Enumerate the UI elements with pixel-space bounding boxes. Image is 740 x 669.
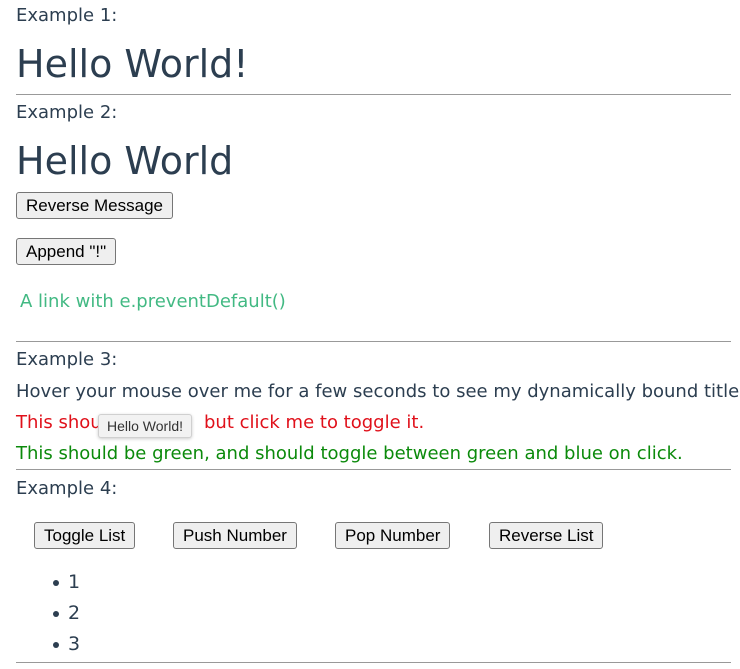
list-item: 2 xyxy=(16,598,316,629)
divider-3 xyxy=(16,469,731,470)
prevent-default-link[interactable]: A link with e.preventDefault() xyxy=(20,291,286,312)
divider-4 xyxy=(16,662,731,663)
divider-1 xyxy=(16,94,731,95)
red-toggle-text-start: This shou xyxy=(16,412,102,433)
example-1-message: Hello World! xyxy=(16,42,249,86)
append-exclamation-button[interactable]: Append "!" xyxy=(16,238,117,265)
example-3-label: Example 3: xyxy=(16,349,118,370)
reverse-list-button[interactable]: Reverse List xyxy=(489,522,604,549)
example-2-message: Hello World xyxy=(16,139,234,183)
number-list: 1 2 3 xyxy=(16,567,316,660)
reverse-message-button[interactable]: Reverse Message xyxy=(16,192,174,219)
list-item: 1 xyxy=(16,567,316,598)
green-toggle-text[interactable]: This should be green, and should toggle … xyxy=(16,443,683,465)
tooltip: Hello World! xyxy=(98,414,192,438)
bullet-icon xyxy=(53,611,59,617)
toggle-list-button[interactable]: Toggle List xyxy=(34,522,136,549)
list-item: 3 xyxy=(16,629,316,660)
example-2-label: Example 2: xyxy=(16,102,118,123)
example-4-label: Example 4: xyxy=(16,478,118,499)
hover-title-text[interactable]: Hover your mouse over me for a few secon… xyxy=(16,381,740,403)
list-item-text: 2 xyxy=(68,602,81,624)
red-toggle-text-end: but click me to toggle it. xyxy=(204,412,425,433)
example-1-label: Example 1: xyxy=(16,5,118,26)
list-item-text: 3 xyxy=(68,633,81,655)
pop-number-button[interactable]: Pop Number xyxy=(335,522,451,549)
bullet-icon xyxy=(53,580,59,586)
divider-2 xyxy=(16,341,731,342)
list-item-text: 1 xyxy=(68,571,81,593)
bullet-icon xyxy=(53,642,59,648)
red-toggle-text[interactable]: This shou but click me to toggle it. xyxy=(16,412,436,434)
push-number-button[interactable]: Push Number xyxy=(173,522,297,549)
